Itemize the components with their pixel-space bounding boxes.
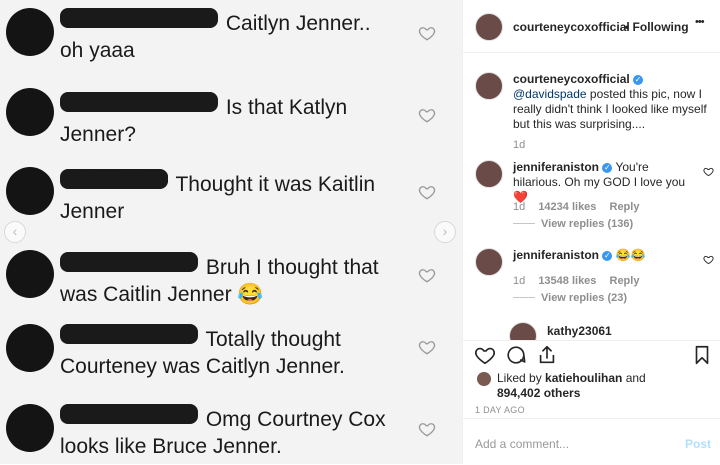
mention-link[interactable]: @davidspade xyxy=(513,87,587,101)
liked-by-suffix: and xyxy=(622,371,646,385)
liked-by-others[interactable]: 894,402 others xyxy=(497,386,580,400)
comment: jenniferaniston ✓ 😂😂 xyxy=(513,248,691,263)
chevron-right-icon[interactable]: › xyxy=(434,221,456,243)
liked-by: Liked by katiehoulihan and 894,402 other… xyxy=(497,371,697,401)
verified-icon: ✓ xyxy=(633,75,644,85)
post-header: courteneycoxofficial • Following ••• xyxy=(463,0,720,53)
chevron-left-icon[interactable]: ‹ xyxy=(4,221,26,243)
redacted-username: kitty.gliss xyxy=(60,92,218,112)
blurred-avatar xyxy=(6,324,54,372)
heart-icon xyxy=(418,341,436,355)
comment-username[interactable]: jenniferaniston xyxy=(513,248,599,262)
reply-button[interactable]: Reply xyxy=(610,201,640,213)
comment-username[interactable]: jenniferaniston xyxy=(513,160,599,174)
comment-time: 1d xyxy=(513,275,526,287)
post-button[interactable]: Post xyxy=(685,437,711,451)
post-date: 1 DAY AGO xyxy=(475,405,525,415)
liked-by-user[interactable]: katiehoulihan xyxy=(545,371,622,385)
follow-status[interactable]: • Following xyxy=(625,20,689,34)
caption-username[interactable]: courteneycoxofficial xyxy=(513,72,630,86)
more-options-icon[interactable]: ••• xyxy=(695,16,705,28)
heart-icon[interactable] xyxy=(703,254,714,265)
avatar[interactable] xyxy=(475,248,503,276)
avatar[interactable] xyxy=(475,72,503,100)
redacted-username: lala_bunny_89 xyxy=(60,8,218,28)
divider xyxy=(513,223,535,224)
reply-button[interactable]: Reply xyxy=(610,275,640,287)
header-username[interactable]: courteneycoxofficial xyxy=(513,20,630,34)
heart-icon xyxy=(418,186,436,200)
view-replies-button[interactable]: View replies (136) xyxy=(513,218,633,230)
comment-input[interactable]: Add a comment... xyxy=(475,437,569,451)
view-replies-label: View replies (136) xyxy=(541,218,634,230)
caption: courteneycoxofficial ✓ @davidspade poste… xyxy=(513,72,711,132)
comment-likes[interactable]: 13548 likes xyxy=(538,275,596,287)
post-image: lala_bunny_89 Caitlyn Jenner.. oh yaaa k… xyxy=(0,0,462,464)
verified-icon: ✓ xyxy=(602,163,613,173)
redacted-username: user_hidden_4 xyxy=(60,252,198,272)
blurred-avatar xyxy=(6,167,54,215)
redacted-username: user_hidden_5 xyxy=(60,324,198,344)
view-replies-label: View replies (23) xyxy=(541,292,628,304)
bookmark-icon[interactable] xyxy=(691,344,713,366)
caption-time: 1d xyxy=(513,139,526,151)
avatar[interactable] xyxy=(475,160,503,188)
comment-likes[interactable]: 14234 likes xyxy=(538,201,596,213)
heart-icon xyxy=(418,269,436,283)
liked-by-prefix: Liked by xyxy=(497,371,546,385)
comment-meta: 1d 13548 likes Reply xyxy=(513,275,639,287)
share-icon[interactable] xyxy=(536,344,558,366)
blurred-avatar xyxy=(6,8,54,56)
post-side-panel: courteneycoxofficial • Following ••• cou… xyxy=(463,0,720,465)
heart-icon xyxy=(418,423,436,437)
comment-text: 😂😂 xyxy=(615,248,646,262)
divider xyxy=(513,297,535,298)
comment-username[interactable]: kathy23061 xyxy=(547,324,612,338)
comment: jenniferaniston ✓ You're hilarious. Oh m… xyxy=(513,160,691,205)
blurred-avatar xyxy=(6,88,54,136)
avatar[interactable] xyxy=(477,372,491,386)
comment-icon[interactable] xyxy=(505,344,527,366)
add-comment-bar: Add a comment... Post xyxy=(463,418,720,465)
view-replies-button[interactable]: View replies (23) xyxy=(513,292,627,304)
comment-meta: 1d 14234 likes Reply xyxy=(513,201,639,213)
heart-icon xyxy=(418,27,436,41)
heart-icon[interactable] xyxy=(474,344,496,366)
redacted-username: user_hidden_6 xyxy=(60,404,198,424)
redacted-username: user_hidden_3 xyxy=(60,169,168,189)
avatar[interactable] xyxy=(475,13,503,41)
comment-time: 1d xyxy=(513,201,526,213)
blurred-avatar xyxy=(6,404,54,452)
heart-icon[interactable] xyxy=(703,166,714,177)
blurred-avatar xyxy=(6,250,54,298)
heart-icon xyxy=(418,109,436,123)
verified-icon: ✓ xyxy=(602,251,613,261)
